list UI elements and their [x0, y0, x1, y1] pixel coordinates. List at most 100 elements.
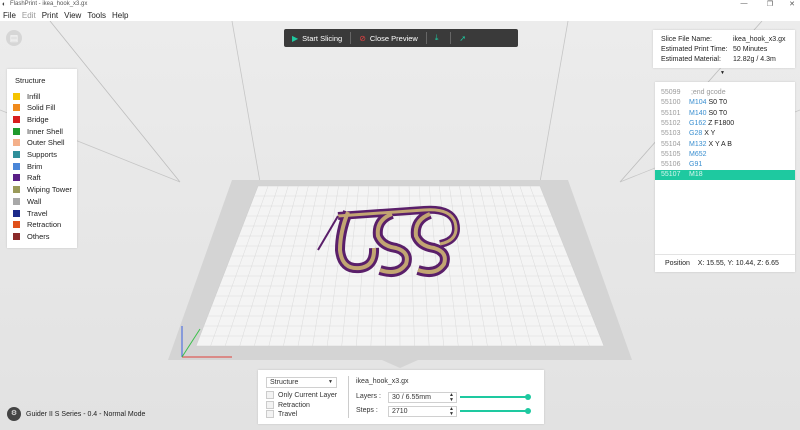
export-button[interactable]: ⤓	[427, 29, 451, 47]
legend-swatch	[13, 162, 20, 170]
legend-label: Supports	[27, 150, 58, 159]
gcode-args: X Y	[704, 130, 716, 138]
spin-arrows-icon[interactable]: ▲ ▼	[449, 393, 454, 403]
close-preview-button[interactable]: ⊘ Close Preview	[351, 29, 426, 47]
checkbox-box[interactable]	[266, 410, 274, 418]
prohibit-icon: ⊘	[359, 33, 366, 43]
gcode-cmd: M140	[689, 109, 707, 117]
menu-bar: File Edit Print View Tools Help	[0, 10, 800, 21]
legend-item: Wiping Tower	[13, 185, 72, 195]
gcode-args: S0 T0	[708, 99, 728, 107]
gcode-cmd: M104	[689, 99, 707, 107]
gcode-cmd: G91	[689, 161, 703, 169]
printer-status-text: Guider II S Series - 0.4 - Normal Mode	[26, 410, 146, 418]
send-to-printer-button[interactable]: ➚	[451, 29, 478, 47]
menu-view[interactable]: View	[61, 10, 84, 21]
minimize-icon[interactable]: —	[734, 0, 754, 7]
checkbox-label: Only Current Layer	[278, 391, 338, 399]
panel-divider	[348, 376, 349, 418]
gcode-cmd: M18	[689, 171, 703, 179]
travel-checkbox[interactable]: Travel	[266, 410, 297, 418]
legend-swatch	[13, 232, 20, 240]
gcode-args: S0 T0	[708, 109, 728, 117]
gcode-num: 55104	[661, 140, 681, 148]
display-mode-select[interactable]: Structure ▼	[266, 377, 337, 388]
gcode-viewer[interactable]: 55099 ;end gcode 55100 M104 S0 T0 55101 M14…	[655, 82, 795, 272]
printer-mode-icon[interactable]: ⚙	[7, 407, 21, 421]
steps-slider[interactable]	[460, 408, 531, 414]
gcode-line[interactable]: 55103 G28 X Y	[655, 129, 795, 139]
legend-swatch	[13, 92, 20, 100]
menu-print[interactable]: Print	[39, 10, 61, 21]
gcode-num: 55103	[661, 130, 681, 138]
gcode-cmd: M132	[689, 140, 707, 148]
only-current-layer-checkbox[interactable]: Only Current Layer	[266, 391, 337, 399]
legend-label: Solid Fill	[27, 103, 56, 113]
legend-item: Solid Fill	[13, 103, 55, 113]
legend-swatch	[13, 139, 20, 147]
title-bar: ◐ FlashPrint - ikea_hook_x3.gx — ❐ ✕	[0, 0, 800, 10]
gcode-cmd: G162	[689, 119, 707, 127]
checkbox-box[interactable]	[266, 401, 274, 409]
gcode-line[interactable]: 55106 G91	[655, 160, 795, 170]
volume-edge-inner-right	[539, 21, 569, 183]
file-icon[interactable]: ▤	[6, 30, 22, 46]
legend-item: Supports	[13, 150, 57, 160]
steps-label: Steps :	[356, 407, 378, 414]
legend-item: Infill	[13, 91, 40, 101]
menu-tools[interactable]: Tools	[84, 10, 109, 21]
info-label: Estimated Material:	[661, 56, 721, 63]
printer-status: ⚙ Guider II S Series - 0.4 - Normal Mode	[7, 407, 145, 421]
menu-file[interactable]: File	[0, 10, 19, 21]
steps-slider-handle[interactable]	[525, 408, 531, 414]
layers-slider[interactable]	[460, 394, 531, 400]
gcode-line[interactable]: 55102 G162 Z F1800	[655, 119, 795, 129]
play-icon: ▶	[292, 33, 299, 43]
layer-control-panel: Structure ▼ Only Current Layer Retractio…	[258, 370, 544, 424]
slice-file-name-row: Slice File Name: ikea_hook_x3.gx	[661, 36, 786, 43]
legend-item: Travel	[13, 208, 48, 218]
start-slicing-button[interactable]: ▶ Start Slicing	[284, 29, 350, 47]
position-value: X: 15.55, Y: 10.44, Z: 6.65	[697, 260, 779, 267]
start-slicing-label: Start Slicing	[302, 33, 343, 43]
legend-swatch	[13, 127, 20, 135]
gcode-line[interactable]: 55100 M104 S0 T0	[655, 98, 795, 108]
gcode-args: Z F1800	[708, 119, 735, 127]
legend-item: Raft	[13, 173, 41, 183]
caret-down-icon[interactable]: ▼	[720, 70, 725, 76]
legend-label: Wall	[27, 196, 42, 206]
menu-help[interactable]: Help	[109, 10, 131, 21]
close-icon[interactable]: ✕	[782, 0, 800, 8]
legend-swatch	[13, 186, 20, 194]
info-value: 50 Minutes	[733, 46, 768, 53]
gcode-line[interactable]: 55101 M140 S0 T0	[655, 109, 795, 119]
steps-spinbox[interactable]: 2710 ▲ ▼	[388, 406, 457, 417]
gcode-divider	[655, 254, 795, 255]
gcode-args: X Y A B	[708, 140, 732, 148]
close-preview-label: Close Preview	[369, 33, 418, 43]
window-title: FlashPrint - ikea_hook_x3.gx	[10, 1, 88, 7]
spin-arrows-icon[interactable]: ▲ ▼	[449, 407, 454, 417]
gcode-line[interactable]: 55099 ;end gcode	[655, 88, 795, 98]
legend-label: Wiping Tower	[27, 185, 72, 195]
legend-label: Raft	[27, 173, 41, 183]
layers-spinbox[interactable]: 30 / 6.55mm ▲ ▼	[388, 392, 457, 403]
chevron-down-icon: ▼	[328, 379, 333, 385]
checkbox-box[interactable]	[266, 391, 274, 399]
legend-label: Travel	[27, 208, 48, 218]
volume-edge-inner-left	[231, 21, 261, 183]
material-row: Estimated Material: 12.82g / 4.3m	[661, 56, 776, 63]
maximize-icon[interactable]: ❐	[760, 0, 780, 8]
gcode-cmd: M652	[689, 150, 707, 158]
menu-edit[interactable]: Edit	[19, 10, 39, 21]
retraction-checkbox[interactable]: Retraction	[266, 401, 310, 409]
layers-value: 30 / 6.55mm	[392, 394, 431, 401]
layers-slider-handle[interactable]	[525, 394, 531, 400]
gcode-line[interactable]: 55104 M132 X Y A B	[655, 140, 795, 150]
gcode-num: 55099	[661, 89, 681, 96]
gcode-line[interactable]: 55107 M18	[655, 170, 795, 181]
gcode-line[interactable]: 55105 M652	[655, 150, 795, 160]
legend-swatch	[13, 151, 20, 158]
legend-item: Retraction	[13, 220, 61, 230]
gcode-comment: ;end gcode	[690, 89, 726, 96]
